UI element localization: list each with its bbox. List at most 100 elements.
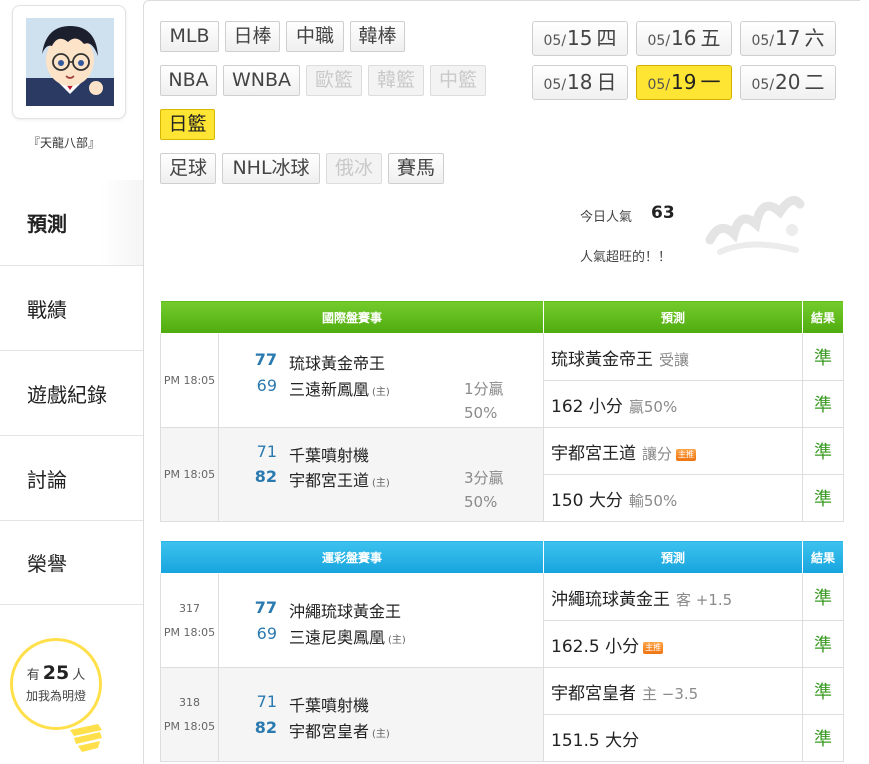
league-euro-basketball: 歐籃: [306, 65, 362, 96]
username[interactable]: 『天龍八部』: [0, 134, 128, 151]
date-0519[interactable]: 05/19 一: [636, 65, 732, 100]
table-row: 317 PM 18:05 77 沖繩琉球黃金王 69 三遠尼奧鳳凰 (主) 沖繩琉…: [160, 573, 845, 668]
prediction-main: 沖繩琉球黃金王: [551, 589, 671, 610]
intl-header-result: 結果: [802, 300, 845, 334]
away-team: 71 千葉噴射機: [219, 442, 543, 466]
home-name[interactable]: 三遠尼奧鳳凰: [289, 628, 385, 647]
league-nba[interactable]: NBA: [160, 65, 217, 96]
result: 準: [802, 333, 845, 381]
league-mlb[interactable]: MLB: [160, 21, 219, 52]
date-weekday: 日: [596, 70, 617, 94]
featured-pick-badge: 主推: [643, 641, 664, 654]
home-score: 69: [256, 376, 277, 395]
featured-pick-badge: 主推: [676, 448, 697, 461]
fans-bulb[interactable]: 有 25 人 加我為明燈: [10, 638, 102, 758]
spread-result: 3分贏: [464, 469, 504, 487]
avatar[interactable]: [26, 18, 114, 106]
away-team: 77 琉球黃金帝王: [219, 350, 543, 374]
nav-item-discussion[interactable]: 討論: [0, 435, 143, 520]
league-korea-basketball: 韓籃: [368, 65, 424, 96]
league-kbo[interactable]: 韓棒: [350, 21, 405, 52]
game-cell: 77 沖繩琉球黃金王 69 三遠尼奧鳳凰 (主): [217, 573, 545, 668]
nav-item-record[interactable]: 戰績: [0, 265, 143, 350]
league-npb[interactable]: 日棒: [225, 21, 280, 52]
date-day: 15: [567, 26, 593, 50]
date-md: 05/: [751, 77, 775, 93]
intl-header-pred: 預測: [543, 300, 804, 334]
game-time: PM 18:05: [160, 333, 219, 428]
home-mark: (主): [372, 387, 390, 398]
date-0517[interactable]: 05/17 六: [740, 21, 836, 56]
nav-item-predictions[interactable]: 預測: [0, 180, 143, 265]
prediction-sub: 主 −3.5: [642, 684, 699, 703]
league-japan-basketball[interactable]: 日籃: [160, 109, 215, 140]
date-day: 17: [775, 26, 801, 50]
away-name[interactable]: 沖繩琉球黃金王: [289, 598, 401, 622]
away-score: 71: [256, 692, 277, 711]
game-number: 318: [179, 695, 200, 709]
game-number: 317: [179, 601, 200, 615]
nav-item-honors[interactable]: 榮譽: [0, 520, 143, 605]
popularity-value: 63: [651, 203, 675, 223]
home-name-wrap: 宇都宮皇者 (主): [289, 718, 390, 742]
avatar-frame[interactable]: [12, 5, 126, 119]
date-weekday: 一: [700, 70, 721, 94]
game-cell: 71 千葉噴射機 82 宇都宮皇者 (主): [217, 667, 545, 762]
away-score: 77: [254, 350, 277, 369]
league-horse-racing[interactable]: 賽馬: [388, 153, 444, 184]
spread-result: 1分贏: [464, 380, 504, 398]
away-team: 71 千葉噴射機: [219, 692, 543, 716]
league-soccer[interactable]: 足球: [160, 153, 216, 184]
date-md: 05/: [543, 33, 567, 49]
nav-item-game-log[interactable]: 遊戲紀錄: [0, 350, 143, 435]
prediction-sub: 客 +1.5: [676, 590, 733, 609]
prediction: 162.5 小分 主推: [543, 620, 804, 668]
date-md: 05/: [543, 77, 567, 93]
nav-label: 遊戲紀錄: [27, 382, 107, 407]
date-md: 05/: [647, 77, 671, 93]
prediction: 宇都宮王道 讓分 主推: [543, 427, 804, 475]
table-row: 318 PM 18:05 71 千葉噴射機 82 宇都宮皇者 (主) 宇都宮皇者主…: [160, 667, 845, 762]
table-row: PM 18:05 71 千葉噴射機 82 宇都宮王道 (主) 3分贏 50% 宇都…: [160, 427, 845, 522]
away-team: 77 沖繩琉球黃金王: [219, 598, 543, 622]
result: 準: [802, 667, 845, 715]
fans-prefix: 有: [26, 668, 40, 683]
table-row: PM 18:05 77 琉球黃金帝王 69 三遠新鳳凰 (主) 1分贏 50% 琉…: [160, 333, 845, 428]
prediction-main: 162.5 小分: [551, 636, 640, 657]
fans-count-line: 有 25 人: [10, 662, 102, 684]
home-score: 69: [256, 624, 277, 643]
intl-header-title: 國際盤賽事: [159, 300, 545, 334]
lottery-header-result: 結果: [802, 540, 845, 574]
home-name[interactable]: 三遠新鳳凰: [289, 380, 369, 399]
prediction: 162 小分 贏50%: [543, 380, 804, 428]
spread-percent: 50%: [464, 404, 498, 422]
spread-percent: 50%: [464, 493, 498, 511]
league-china-basketball: 中籃: [430, 65, 486, 96]
result: 準: [802, 474, 845, 522]
date-0520[interactable]: 05/20 二: [740, 65, 836, 100]
prediction-sub: 讓分: [642, 444, 673, 463]
game-cell: 71 千葉噴射機 82 宇都宮王道 (主) 3分贏 50%: [217, 427, 545, 522]
result: 準: [802, 620, 845, 668]
prediction: 150 大分 輸50%: [543, 474, 804, 522]
prediction: 琉球黃金帝王 受讓: [543, 333, 804, 381]
away-name[interactable]: 千葉噴射機: [289, 442, 369, 466]
home-name[interactable]: 宇都宮皇者: [289, 722, 369, 741]
lottery-header-title: 運彩盤賽事: [159, 540, 545, 574]
fans-line2: 加我為明燈: [25, 689, 86, 703]
away-name[interactable]: 千葉噴射機: [289, 692, 369, 716]
prediction-sub: 受讓: [659, 350, 690, 369]
date-0518[interactable]: 05/18 日: [532, 65, 628, 100]
date-0515[interactable]: 05/15 四: [532, 21, 628, 56]
home-mark: (主): [372, 478, 390, 489]
date-day: 18: [567, 70, 593, 94]
league-cpbl[interactable]: 中職: [286, 21, 344, 52]
league-nhl[interactable]: NHL冰球: [222, 153, 320, 184]
result: 準: [802, 573, 845, 621]
home-name[interactable]: 宇都宮王道: [289, 471, 369, 490]
popularity-decoration-icon: [705, 195, 805, 255]
date-0516[interactable]: 05/16 五: [636, 21, 732, 56]
date-weekday: 四: [596, 26, 617, 50]
league-wnba[interactable]: WNBA: [223, 65, 300, 96]
away-name[interactable]: 琉球黃金帝王: [289, 350, 385, 374]
